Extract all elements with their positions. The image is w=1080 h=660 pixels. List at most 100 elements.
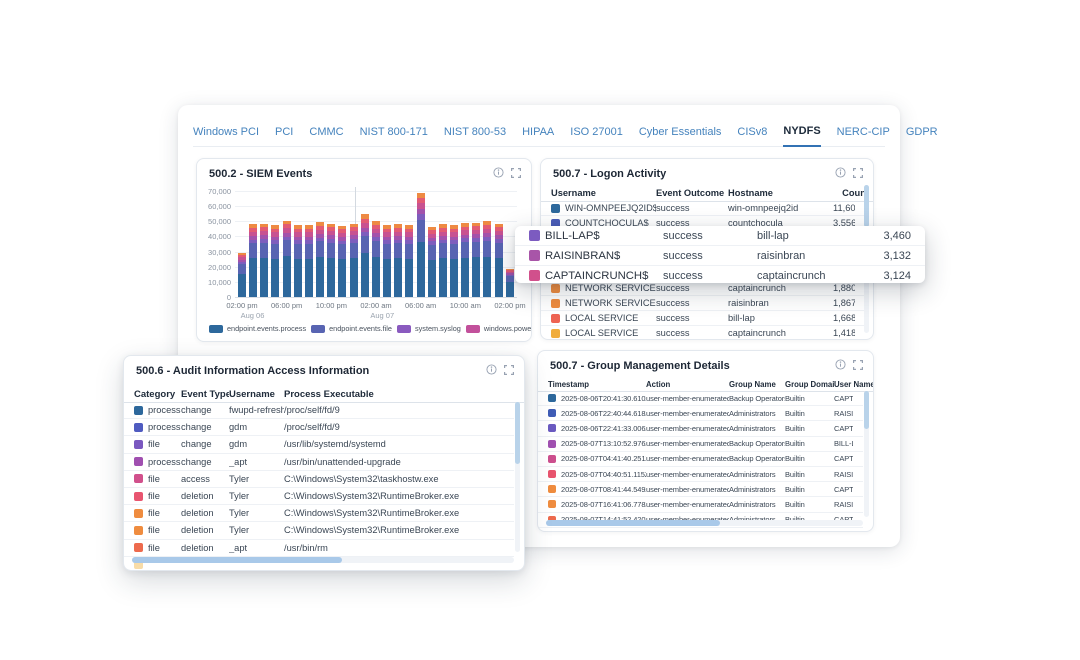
group-name: Administrators <box>729 500 785 509</box>
expand-icon[interactable] <box>853 168 863 178</box>
info-icon[interactable] <box>493 167 504 178</box>
stacked-bar[interactable] <box>394 224 402 297</box>
tab-nydfs[interactable]: NYDFS <box>783 125 820 147</box>
stacked-bar[interactable] <box>361 214 369 297</box>
bar-segment <box>495 243 503 258</box>
table-row[interactable]: 2025-08-06T20:41:30.610Zuser-member-enum… <box>538 391 863 406</box>
info-icon[interactable] <box>835 167 846 178</box>
stacked-bar[interactable] <box>338 226 346 297</box>
table-row[interactable]: filedeletionTylerC:\Windows\System32\Run… <box>124 505 514 522</box>
scrollbar-thumb[interactable] <box>864 391 869 429</box>
expand-icon[interactable] <box>853 360 863 370</box>
bar-segment <box>461 258 469 297</box>
table-row[interactable]: processchangefwupd-refresh/proc/self/fd/… <box>124 402 514 419</box>
panel-siem-events: 500.2 - SIEM Events 010,00020,00030,0004… <box>196 158 532 342</box>
table-row[interactable]: 2025-08-06T22:41:33.006Zuser-member-enum… <box>538 421 863 436</box>
stacked-bar[interactable] <box>271 225 279 297</box>
table-row[interactable]: LOCAL SERVICEsuccesscaptaincrunch1,418 <box>541 326 865 340</box>
scrollbar-thumb[interactable] <box>864 185 869 227</box>
scrollbar-thumb[interactable] <box>546 520 720 526</box>
table-row[interactable]: filechangegdm/usr/lib/systemd/systemd <box>124 436 514 453</box>
legend-item[interactable]: system.syslog <box>397 324 461 333</box>
stacked-bar[interactable] <box>472 223 480 298</box>
legend-label: endpoint.events.file <box>329 324 392 333</box>
count: 1,418 <box>833 328 855 338</box>
username: _apt <box>229 457 284 467</box>
legend-item[interactable]: endpoint.events.file <box>311 324 392 333</box>
x-tick-label: 02:00 am <box>360 301 391 310</box>
table-row[interactable]: processchangegdm/proc/self/fd/9 <box>124 419 514 436</box>
tab-nist-800-53[interactable]: NIST 800-53 <box>444 126 506 146</box>
tab-iso-27001[interactable]: ISO 27001 <box>570 126 623 146</box>
stacked-bar[interactable] <box>350 224 358 297</box>
stacked-bar[interactable] <box>238 253 246 297</box>
column-header: Group Name <box>729 380 785 389</box>
table-row[interactable] <box>538 528 863 532</box>
group-name: Administrators <box>729 485 785 494</box>
stacked-bar[interactable] <box>439 224 447 297</box>
stacked-bar[interactable] <box>417 193 425 297</box>
table-row[interactable]: NETWORK SERVICEsuccesscaptaincrunch1,880 <box>541 281 865 296</box>
stacked-bar[interactable] <box>327 224 335 297</box>
table-row[interactable]: filedeletionTylerC:\Windows\System32\Run… <box>124 522 514 539</box>
stacked-bar[interactable] <box>405 225 413 297</box>
event-outcome: success <box>656 328 728 338</box>
info-icon[interactable] <box>486 364 497 375</box>
expand-icon[interactable] <box>511 168 521 178</box>
table-row[interactable]: 2025-08-06T22:40:44.618Zuser-member-enum… <box>538 406 863 421</box>
stacked-bar[interactable] <box>506 269 514 297</box>
stacked-bar[interactable] <box>483 221 491 297</box>
tab-gdpr[interactable]: GDPR <box>906 126 938 146</box>
stacked-bar[interactable] <box>294 225 302 297</box>
table-row[interactable]: 2025-08-07T04:40:51.115Zuser-member-enum… <box>538 467 863 482</box>
tab-cisv8[interactable]: CISv8 <box>737 126 767 146</box>
stacked-bar[interactable] <box>495 224 503 297</box>
legend-item[interactable]: endpoint.events.process <box>209 324 306 333</box>
stacked-bar[interactable] <box>450 225 458 297</box>
row-color-icon <box>548 394 556 402</box>
stacked-bar[interactable] <box>283 221 291 297</box>
table-row[interactable]: fileaccessTylerC:\Windows\System32\taskh… <box>124 471 514 488</box>
scrollbar-thumb[interactable] <box>132 557 342 563</box>
tab-windows-pci[interactable]: Windows PCI <box>193 126 259 146</box>
table-row[interactable]: LOCAL SERVICEsuccessbill-lap1,668 <box>541 311 865 326</box>
stacked-bar[interactable] <box>428 227 436 297</box>
event-outcome: success <box>663 270 757 282</box>
info-icon[interactable] <box>835 359 846 370</box>
column-header: Category <box>134 389 181 400</box>
y-tick-label: 30,000 <box>201 248 231 257</box>
stacked-bar[interactable] <box>461 223 469 297</box>
table-row[interactable]: 2025-08-07T08:41:44.549Zuser-member-enum… <box>538 482 863 497</box>
zoomed-table-row[interactable]: CAPTAINCRUNCH$successcaptaincrunch3,124 <box>515 266 925 283</box>
stacked-bar[interactable] <box>383 225 391 297</box>
legend-label: windows.powershell. <box>484 324 532 333</box>
username: NETWORK SERVICE <box>565 283 656 293</box>
tab-pci[interactable]: PCI <box>275 126 293 146</box>
tab-nist-800-171[interactable]: NIST 800-171 <box>360 126 428 146</box>
group-domain: Builtin <box>785 409 834 418</box>
table-row[interactable]: WIN-OMNPEEJQ2ID$successwin-omnpeejq2id11… <box>541 201 865 216</box>
table-row[interactable]: filedeletion_apt/usr/bin/rm <box>124 540 514 557</box>
tab-hipaa[interactable]: HIPAA <box>522 126 554 146</box>
scrollbar-thumb[interactable] <box>515 402 520 464</box>
expand-icon[interactable] <box>504 365 514 375</box>
table-row[interactable]: 2025-08-07T16:41:06.778Zuser-member-enum… <box>538 497 863 512</box>
stacked-bar[interactable] <box>305 225 313 297</box>
table-row[interactable]: filedeletionTylerC:\Windows\System32\Run… <box>124 488 514 505</box>
stacked-bar[interactable] <box>316 222 324 297</box>
table-row[interactable]: 2025-08-07T13:10:52.976Zuser-member-enum… <box>538 437 863 452</box>
stacked-bar[interactable] <box>249 224 257 297</box>
tab-cyber-essentials[interactable]: Cyber Essentials <box>639 126 722 146</box>
legend-item[interactable]: windows.powershell. <box>466 324 532 333</box>
zoomed-table-row[interactable]: BILL-LAP$successbill-lap3,460 <box>515 226 925 246</box>
horizontal-scrollbar <box>132 557 514 563</box>
tab-cmmc[interactable]: CMMC <box>309 126 343 146</box>
zoomed-table-row[interactable]: RAISINBRAN$successraisinbran3,132 <box>515 246 925 266</box>
tab-nerc-cip[interactable]: NERC-CIP <box>837 126 890 146</box>
stacked-bar[interactable] <box>260 224 268 297</box>
row-color-icon <box>551 204 560 213</box>
table-row[interactable]: processchange_apt/usr/bin/unattended-upg… <box>124 454 514 471</box>
stacked-bar[interactable] <box>372 221 380 297</box>
table-row[interactable]: 2025-08-07T04:41:40.251Zuser-member-enum… <box>538 452 863 467</box>
table-row[interactable]: NETWORK SERVICEsuccessraisinbran1,867 <box>541 296 865 311</box>
